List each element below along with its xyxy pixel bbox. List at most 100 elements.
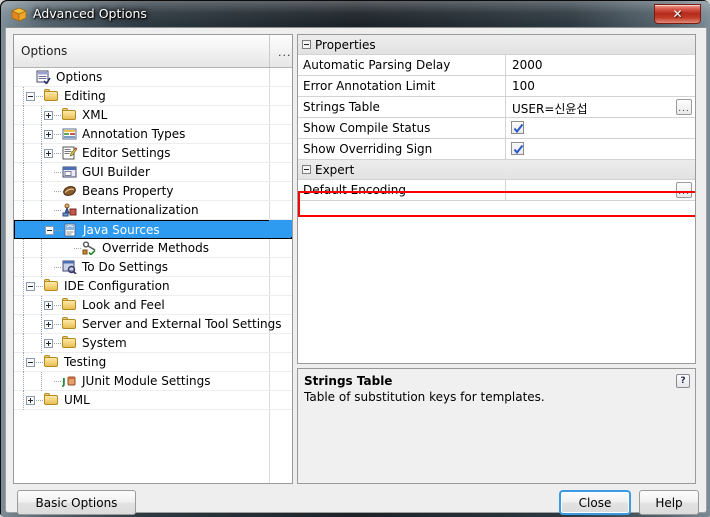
collapse-icon[interactable] bbox=[45, 226, 54, 235]
property-value[interactable]: USER=신윤섭 bbox=[512, 100, 588, 117]
tree-header-separator bbox=[269, 35, 270, 67]
tree-item-label: GUI Builder bbox=[82, 165, 150, 179]
tree-guide-line bbox=[41, 296, 43, 315]
expand-icon[interactable] bbox=[44, 149, 53, 158]
tree-guide-line bbox=[23, 87, 25, 106]
folder-icon bbox=[62, 317, 77, 331]
dialog-content: Options ... Options Editing XML Annotation … bbox=[10, 32, 702, 515]
property-checkbox[interactable] bbox=[511, 142, 524, 155]
tree-guide-line bbox=[41, 182, 43, 201]
tree-item-label: Editor Settings bbox=[82, 146, 171, 160]
property-row[interactable]: Default Encoding... bbox=[298, 180, 695, 201]
expand-icon[interactable] bbox=[44, 301, 53, 310]
options-tree-panel: Options ... Options Editing XML Annotation … bbox=[13, 34, 293, 484]
tree-item-beans-property[interactable]: Beans Property bbox=[14, 182, 292, 201]
tree-item-label: Look and Feel bbox=[82, 298, 165, 312]
expand-icon[interactable] bbox=[44, 320, 53, 329]
property-row[interactable]: Show Overriding Sign bbox=[298, 139, 695, 160]
tree-item-label: XML bbox=[82, 108, 108, 122]
tree-guide-line bbox=[23, 391, 25, 410]
tree-guide-line bbox=[41, 144, 43, 163]
property-ellipsis-button[interactable]: ... bbox=[676, 182, 692, 198]
title-bar[interactable]: Advanced Options ✕ bbox=[4, 3, 708, 27]
tree-guide-line bbox=[41, 334, 43, 353]
description-text: Table of substitution keys for templates… bbox=[304, 390, 545, 404]
collapse-icon[interactable] bbox=[26, 358, 35, 367]
collapse-icon[interactable] bbox=[26, 92, 35, 101]
tree-guide-line bbox=[54, 343, 61, 345]
basic-options-button[interactable]: Basic Options bbox=[17, 490, 136, 515]
tree-item-java-sources[interactable]: Java Sources bbox=[14, 220, 292, 239]
tree-item-testing[interactable]: Testing bbox=[14, 353, 292, 372]
close-button[interactable]: Close bbox=[559, 490, 631, 515]
folder-icon bbox=[62, 336, 77, 350]
options-list-icon bbox=[36, 70, 51, 85]
tree-guide-line bbox=[54, 267, 61, 269]
tree-item-label: System bbox=[82, 336, 127, 350]
tree-item-to-do-settings[interactable]: To Do Settings bbox=[14, 258, 292, 277]
tree-item-ide-configuration[interactable]: IDE Configuration bbox=[14, 277, 292, 296]
collapse-icon[interactable] bbox=[302, 40, 311, 49]
property-row[interactable]: Show Compile Status bbox=[298, 118, 695, 139]
java-sources-icon bbox=[63, 223, 78, 237]
tree-guide-line bbox=[23, 315, 25, 334]
help-icon[interactable]: ? bbox=[676, 374, 690, 388]
tree-guide-line bbox=[54, 172, 61, 174]
tree-guide-line bbox=[23, 296, 25, 315]
tree-item-xml[interactable]: XML bbox=[14, 106, 292, 125]
property-column-separator bbox=[505, 97, 506, 117]
tree-guide-line bbox=[41, 239, 43, 258]
tree-item-junit-module-settings[interactable]: J JUnit Module Settings bbox=[14, 372, 292, 391]
expand-icon[interactable] bbox=[44, 111, 53, 120]
property-row[interactable]: Error Annotation Limit 100 bbox=[298, 76, 695, 97]
property-row[interactable]: Strings Table USER=신윤섭... bbox=[298, 97, 695, 118]
property-checkbox[interactable] bbox=[511, 121, 524, 134]
property-column-separator bbox=[505, 55, 506, 75]
tree-item-look-and-feel[interactable]: Look and Feel bbox=[14, 296, 292, 315]
property-group-expert[interactable]: Expert bbox=[298, 160, 695, 180]
tree-header-more[interactable]: ... bbox=[278, 46, 292, 59]
property-column-separator bbox=[505, 118, 506, 138]
tree-item-options[interactable]: Options bbox=[14, 68, 292, 87]
tree-item-server-and-external-tool-settings[interactable]: Server and External Tool Settings bbox=[14, 315, 292, 334]
property-sheet[interactable]: Properties Automatic Parsing Delay 2000 Err… bbox=[297, 34, 696, 364]
tree-selection-extension bbox=[269, 220, 292, 237]
tree-guide-line bbox=[36, 400, 43, 402]
close-window-button[interactable]: ✕ bbox=[654, 4, 701, 24]
expand-icon[interactable] bbox=[26, 396, 35, 405]
tree-guide-line bbox=[23, 144, 25, 163]
tree-item-uml[interactable]: UML bbox=[14, 391, 292, 410]
tree-item-internationalization[interactable]: Internationalization bbox=[14, 201, 292, 220]
folder-icon bbox=[44, 393, 59, 407]
tree-item-editing[interactable]: Editing bbox=[14, 87, 292, 106]
tree-item-label: Java Sources bbox=[83, 223, 160, 237]
tree-item-annotation-types[interactable]: Annotation Types bbox=[14, 125, 292, 144]
collapse-icon[interactable] bbox=[26, 282, 35, 291]
tree-item-override-methods[interactable]: Override Methods bbox=[14, 239, 292, 258]
property-value[interactable]: 2000 bbox=[512, 58, 543, 72]
property-name: Error Annotation Limit bbox=[303, 79, 436, 93]
tree-item-gui-builder[interactable]: GUI Builder bbox=[14, 163, 292, 182]
tree-item-label: Annotation Types bbox=[82, 127, 186, 141]
tree-item-system[interactable]: System bbox=[14, 334, 292, 353]
help-button[interactable]: Help bbox=[639, 490, 699, 515]
gui-builder-icon bbox=[62, 165, 77, 179]
property-name: Show Overriding Sign bbox=[303, 142, 433, 156]
tree-guide-line bbox=[74, 248, 81, 250]
property-row[interactable]: Automatic Parsing Delay 2000 bbox=[298, 55, 695, 76]
property-ellipsis-button[interactable]: ... bbox=[676, 99, 692, 115]
options-tree[interactable]: Options Editing XML Annotation Types Editor … bbox=[14, 68, 292, 483]
expand-icon[interactable] bbox=[44, 130, 53, 139]
description-title: Strings Table bbox=[304, 374, 393, 388]
collapse-icon[interactable] bbox=[302, 165, 311, 174]
tree-guide-line bbox=[54, 134, 61, 136]
property-name: Show Compile Status bbox=[303, 121, 431, 135]
expand-icon[interactable] bbox=[44, 339, 53, 348]
property-group-properties[interactable]: Properties bbox=[298, 35, 695, 55]
property-value[interactable]: 100 bbox=[512, 79, 535, 93]
tree-guide-line bbox=[54, 210, 61, 212]
folder-icon bbox=[62, 298, 77, 312]
tree-guide-line bbox=[36, 286, 43, 288]
tree-item-label: To Do Settings bbox=[82, 260, 169, 274]
tree-item-editor-settings[interactable]: Editor Settings bbox=[14, 144, 292, 163]
